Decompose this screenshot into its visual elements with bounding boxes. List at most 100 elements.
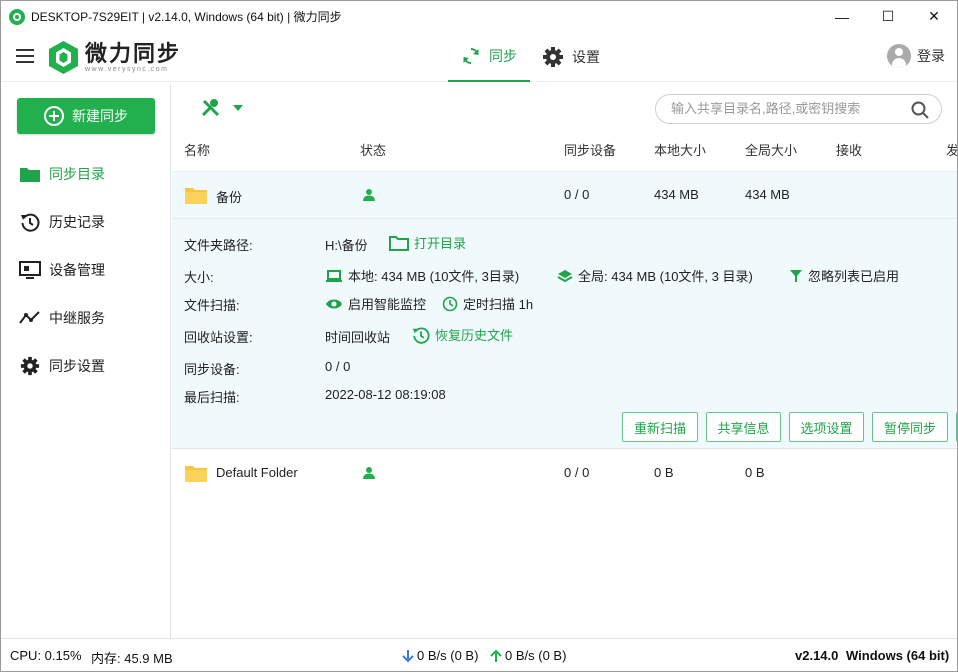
- layers-icon: [557, 269, 573, 283]
- close-button[interactable]: ✕: [911, 1, 957, 32]
- app-window: DESKTOP-7S29EIT | v2.14.0, Windows (64 b…: [0, 0, 958, 672]
- column-header-send[interactable]: 发: [946, 140, 957, 159]
- folder-devices: 0 / 0: [564, 465, 590, 480]
- logo-url: www.verysync.com: [85, 65, 169, 73]
- filter-icon: [789, 269, 803, 283]
- smart-monitor-label: 启用智能监控: [348, 297, 427, 312]
- column-header-local-size[interactable]: 本地大小: [654, 140, 706, 159]
- plus-icon: [44, 106, 64, 126]
- table-row[interactable]: 备份 0 / 0 434 MB 434 MB: [172, 171, 957, 219]
- window-title: DESKTOP-7S29EIT | v2.14.0, Windows (64 b…: [31, 10, 342, 24]
- os-info: Windows (64 bit): [846, 648, 950, 663]
- user-status-icon: [363, 189, 375, 201]
- scan-label: 文件扫描:: [184, 298, 240, 313]
- sidebar-item-label: 设备管理: [49, 262, 105, 278]
- search-input[interactable]: [671, 101, 901, 116]
- title-bar: DESKTOP-7S29EIT | v2.14.0, Windows (64 b…: [1, 1, 957, 32]
- path-value: H:\备份: [325, 238, 368, 253]
- devices-value: 0 / 0: [325, 359, 351, 374]
- sidebar-item-sync-folders[interactable]: 同步目录: [19, 162, 105, 186]
- folder-open-icon: [389, 235, 409, 251]
- folder-global-size: 434 MB: [745, 187, 790, 202]
- restore-history-link[interactable]: 恢复历史文件: [412, 325, 513, 344]
- share-info-button[interactable]: 共享信息: [706, 412, 781, 442]
- tab-sync[interactable]: 同步: [448, 32, 530, 82]
- sync-icon: [461, 46, 481, 66]
- upload-rate-value: 0 B/s (0 B): [505, 648, 567, 663]
- column-header-name[interactable]: 名称: [184, 140, 210, 159]
- download-rate: 0 B/s (0 B): [402, 648, 478, 663]
- sidebar-item-history[interactable]: 历史记录: [19, 210, 105, 234]
- last-scan-label: 最后扫描:: [184, 390, 240, 405]
- recycle-label: 回收站设置:: [184, 330, 253, 345]
- timed-scan[interactable]: 定时扫描 1h: [442, 294, 533, 313]
- tools-icon: [201, 99, 220, 117]
- maximize-button[interactable]: ☐: [865, 1, 911, 32]
- download-rate-value: 0 B/s (0 B): [417, 648, 479, 663]
- global-size: 全局: 434 MB (10文件, 3 目录): [557, 266, 753, 285]
- sidebar-item-label: 同步设置: [49, 358, 105, 374]
- ignore-status[interactable]: 忽略列表已启用: [789, 266, 899, 285]
- tab-settings-label: 设置: [572, 49, 600, 65]
- path-label: 文件夹路径:: [184, 238, 253, 253]
- verysync-logo-icon: [49, 41, 78, 74]
- app-logo: 微力同步 www.verysync.com: [47, 40, 181, 75]
- main-panel: 名称 状态 同步设备 本地大小 全局大小 接收 发 备份 0 / 0 434 M…: [172, 83, 957, 638]
- cpu-usage: CPU: 0.15%: [10, 648, 82, 663]
- history-icon: [19, 211, 41, 233]
- folder-name: Default Folder: [216, 465, 298, 480]
- menu-icon[interactable]: [16, 49, 34, 63]
- login-button[interactable]: 登录: [887, 44, 945, 68]
- relay-icon: [19, 307, 41, 329]
- folder-local-size: 0 B: [654, 465, 674, 480]
- arrow-down-icon: [402, 649, 414, 662]
- gear-icon: [542, 46, 564, 68]
- version: v2.14.0: [795, 648, 839, 663]
- folder-icon: [185, 466, 207, 482]
- open-dir-link[interactable]: 打开目录: [389, 233, 466, 252]
- tools-dropdown[interactable]: [200, 98, 244, 118]
- timed-scan-label: 定时扫描 1h: [463, 297, 534, 312]
- tab-settings[interactable]: 设置: [542, 32, 600, 82]
- user-status-icon: [363, 467, 375, 479]
- options-button[interactable]: 选项设置: [789, 412, 864, 442]
- devices-label: 同步设备:: [184, 362, 240, 377]
- sidebar-item-relay[interactable]: 中继服务: [19, 306, 105, 330]
- arrow-up-icon: [490, 649, 502, 662]
- sidebar-item-label: 历史记录: [49, 214, 105, 230]
- login-label: 登录: [917, 48, 945, 64]
- minimize-button[interactable]: —: [819, 1, 865, 32]
- column-header-status[interactable]: 状态: [360, 140, 386, 159]
- new-sync-button[interactable]: 新建同步: [17, 98, 155, 134]
- smart-monitor[interactable]: 启用智能监控: [325, 294, 426, 313]
- search-box[interactable]: [655, 94, 942, 124]
- column-header-receive[interactable]: 接收: [836, 140, 862, 159]
- sidebar-item-devices[interactable]: 设备管理: [19, 258, 105, 282]
- column-header-global-size[interactable]: 全局大小: [745, 140, 797, 159]
- sidebar-item-label: 中继服务: [49, 310, 105, 326]
- local-size-value: 本地: 434 MB (10文件, 3目录): [348, 269, 520, 284]
- sidebar: 新建同步 同步目录 历史记录 设备管理 中继服务 同步设置: [1, 83, 171, 638]
- pause-sync-button[interactable]: 暂停同步: [872, 412, 948, 442]
- table-row[interactable]: Default Folder 0 / 0 0 B 0 B: [172, 450, 957, 498]
- restore-label: 恢复历史文件: [435, 328, 514, 343]
- global-size-value: 全局: 434 MB (10文件, 3 目录): [578, 269, 753, 284]
- status-bar: CPU: 0.15% 内存: 45.9 MB 0 B/s (0 B) 0 B/s…: [1, 638, 957, 671]
- sidebar-item-sync-settings[interactable]: 同步设置: [19, 354, 105, 378]
- clock-icon: [442, 296, 458, 312]
- gear-icon: [19, 355, 41, 377]
- column-header-devices[interactable]: 同步设备: [564, 140, 616, 159]
- rescan-button[interactable]: 重新扫描: [622, 412, 698, 442]
- app-logo-icon: [9, 8, 25, 25]
- folder-detail-panel: 文件夹路径: H:\备份 打开目录 大小: 本地: 434 MB (10文件, …: [172, 219, 957, 449]
- search-icon[interactable]: [911, 101, 929, 119]
- size-label: 大小:: [184, 270, 214, 285]
- history-icon: [412, 326, 430, 344]
- recycle-value: 时间回收站: [325, 330, 391, 345]
- memory-usage: 内存: 45.9 MB: [91, 651, 173, 666]
- folder-icon: [19, 163, 41, 185]
- open-dir-label: 打开目录: [414, 236, 467, 251]
- last-scan-value: 2022-08-12 08:19:08: [325, 387, 446, 402]
- tab-sync-label: 同步: [489, 48, 517, 64]
- eye-icon: [325, 298, 343, 310]
